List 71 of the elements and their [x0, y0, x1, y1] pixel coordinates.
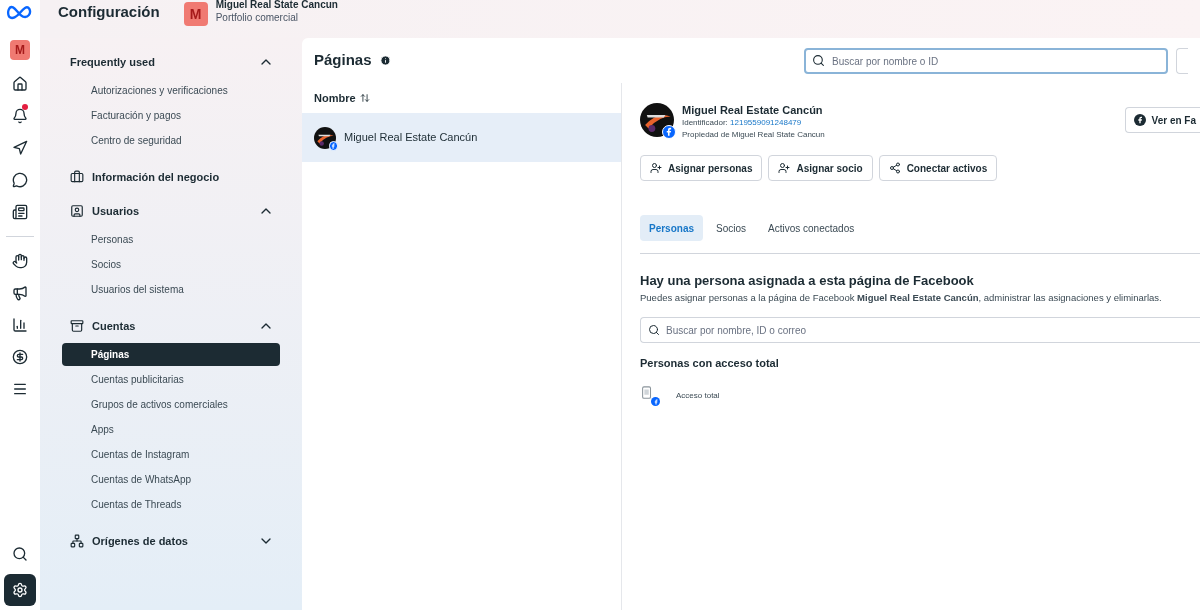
section-heading[interactable]: Cuentas — [92, 317, 250, 335]
id-link[interactable]: 1219559091248479 — [730, 118, 802, 127]
account-name: Miguel Real State Cancun — [215, 0, 338, 12]
dollar-icon — [12, 349, 28, 365]
user-plus-icon — [650, 162, 662, 174]
search-field[interactable]: Buscar por nombre, ID o correo — [640, 317, 1200, 344]
settings-icon — [12, 582, 28, 598]
page-row[interactable]: Miguel Real Estate Cancún — [302, 113, 621, 162]
tab[interactable]: Socios — [707, 215, 756, 241]
action-button[interactable]: Conectar activos — [878, 155, 998, 181]
menu-icon — [12, 381, 28, 397]
sidebar-item[interactable]: Cuentas de Threads — [62, 493, 280, 516]
subsection-title: Personas con acceso total — [640, 355, 780, 371]
search-icon — [648, 323, 660, 336]
sidebar-item[interactable]: Centro de seguridad — [62, 129, 280, 152]
tab[interactable]: Activos conectados — [759, 215, 864, 241]
hand-icon — [12, 253, 28, 269]
search-icon — [812, 53, 825, 67]
megaphone-icon — [12, 285, 28, 301]
id-card-icon — [70, 204, 84, 218]
nodes-icon — [888, 162, 901, 174]
info-icon[interactable] — [379, 55, 391, 66]
page-name: Miguel Real Estate Cancún — [344, 130, 478, 146]
search-field[interactable]: Buscar por nombre o ID — [804, 48, 1168, 74]
facebook-badge-icon — [328, 141, 338, 151]
section-heading[interactable]: Información del negocio — [92, 168, 274, 186]
sidebar-item[interactable]: Cuentas de Instagram — [62, 443, 280, 466]
sidebar-item[interactable]: Facturación y pagos — [62, 104, 280, 127]
sort-icon[interactable] — [359, 93, 370, 103]
description-text: Puedes asignar personas a la página de Facebook Miguel Real Estate Cancún, administrar las asignaciones y eliminarlas. — [640, 290, 1163, 305]
id-label: Identificador: — [682, 118, 728, 127]
column-header[interactable]: Nombre — [314, 89, 356, 107]
search-icon — [12, 546, 28, 562]
chat-icon — [12, 172, 28, 188]
sidebar-item[interactable]: Cuentas de WhatsApp — [62, 468, 280, 491]
page-title: Configuración — [58, 2, 160, 22]
bar-chart-icon — [12, 317, 28, 333]
facebook-badge-icon — [651, 397, 660, 407]
sidebar-item[interactable]: Apps — [62, 418, 280, 441]
network-icon — [70, 534, 84, 548]
sidebar-item[interactable]: Personas — [62, 228, 280, 251]
meta-logo-icon[interactable] — [6, 4, 34, 20]
navigation-icon — [12, 140, 28, 156]
facebook-icon — [1133, 114, 1146, 126]
section-title: Hay una persona asignada a esta página de Facebook — [640, 272, 975, 290]
section-heading[interactable]: Usuarios — [92, 202, 250, 220]
sidebar-item[interactable]: Autorizaciones y verificaciones — [62, 79, 280, 102]
account-subtitle: Portfolio comercial — [215, 11, 299, 24]
sidebar-item[interactable]: Cuentas publicitarias — [62, 368, 280, 391]
owner-text: Propiedad de Miguel Real State Cancun — [682, 129, 826, 141]
sidebar-item[interactable]: Páginas — [62, 343, 280, 366]
briefcase-icon — [70, 170, 84, 184]
section-heading[interactable]: Frequently used — [70, 53, 250, 71]
panel-title: Páginas — [314, 50, 372, 71]
sidebar-item[interactable]: Socios — [62, 253, 280, 276]
access-label: Acceso total — [676, 390, 720, 403]
home-icon — [12, 76, 28, 92]
tab[interactable]: Personas — [640, 215, 704, 241]
phone-icon — [640, 386, 654, 401]
action-button[interactable]: Asignar socio — [768, 155, 873, 181]
section-heading[interactable]: Orígenes de datos — [92, 532, 250, 550]
page-name: Miguel Real Estate Cancún — [682, 103, 824, 117]
sidebar-item[interactable]: Usuarios del sistema — [62, 278, 280, 301]
user-plus-icon — [778, 162, 791, 174]
bell-icon — [12, 108, 28, 124]
action-button[interactable]: Asignar personas — [640, 155, 763, 181]
newspaper-icon — [12, 204, 28, 220]
archive-icon — [70, 319, 84, 333]
sidebar-item[interactable]: Grupos de activos comerciales — [62, 393, 280, 416]
settings-button[interactable] — [4, 574, 36, 606]
view-on-facebook-button[interactable]: Ver en Fa — [1124, 107, 1200, 133]
